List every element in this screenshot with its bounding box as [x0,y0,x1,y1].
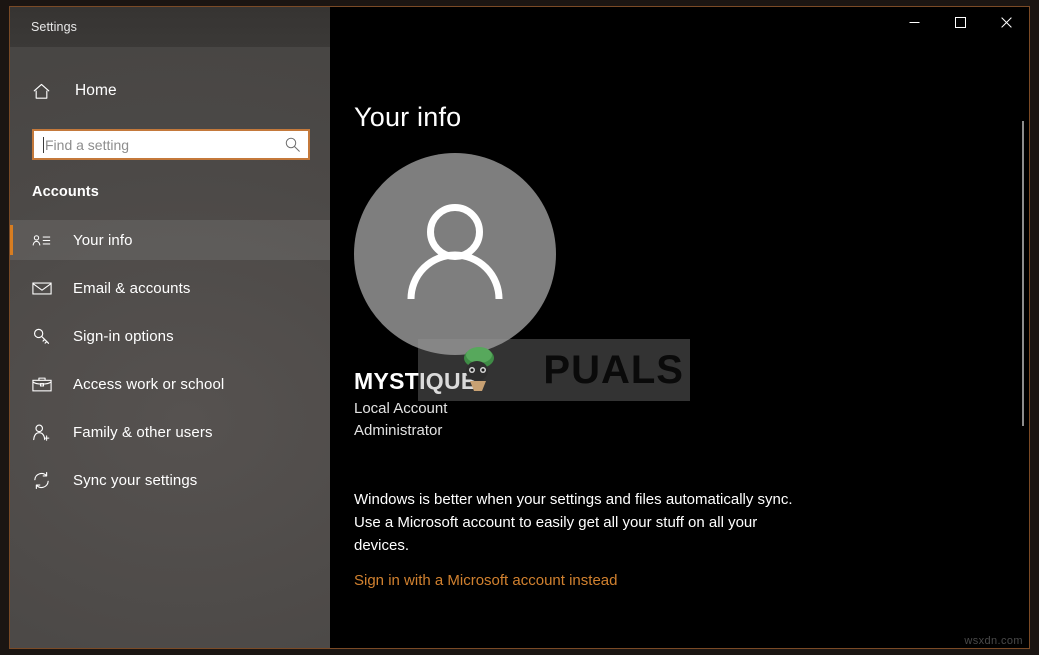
scrollbar-thumb[interactable] [1022,121,1024,426]
avatar[interactable] [354,153,556,355]
briefcase-icon [32,376,58,393]
sidebar-item-label: Family & other users [73,423,213,441]
key-icon [32,327,58,346]
account-role: Administrator [354,421,443,439]
sidebar-item-sync-settings[interactable]: Sync your settings [10,460,330,500]
sidebar-item-label: Sign-in options [73,327,174,345]
envelope-icon [32,281,58,296]
search-input[interactable] [45,136,284,153]
home-icon [32,82,62,101]
person-avatar-icon [407,204,503,300]
maximize-icon [954,17,966,28]
sidebar-item-label: Sync your settings [73,471,198,489]
sidebar-item-home[interactable]: Home [10,71,330,111]
sidebar-home-label: Home [75,82,117,99]
contact-card-icon [32,233,58,248]
settings-window: Settings Home Find a setting Accounts Yo… [9,6,1030,649]
window-controls [330,7,1029,47]
person-add-icon [32,423,58,442]
text-caret [43,136,44,153]
close-button[interactable] [983,7,1029,38]
title-bar: Settings [10,7,1029,47]
window-body: Home Accounts [10,47,1029,648]
sidebar-section-header: Accounts [32,184,99,200]
search-icon[interactable] [284,136,301,153]
maximize-button[interactable] [937,7,983,38]
search-box[interactable] [32,129,310,160]
sidebar-item-your-info[interactable]: Your info [10,220,330,260]
sidebar-item-label: Your info [73,231,133,249]
sidebar-item-access-work-school[interactable]: Access work or school [10,364,330,404]
sidebar-item-label: Email & accounts [73,279,191,297]
sync-icon [32,471,58,490]
minimize-icon [909,22,919,23]
sidebar-item-email-accounts[interactable]: Email & accounts [10,268,330,308]
sidebar-item-signin-options[interactable]: Sign-in options [10,316,330,356]
window-title: Settings [31,20,77,34]
minimize-button[interactable] [891,7,937,38]
account-name: MYSTIQUE [354,368,477,394]
page-title: Your info [354,102,462,132]
sidebar-item-family-other-users[interactable]: Family & other users [10,412,330,452]
content-scrollbar[interactable] [1019,47,1027,648]
content-pane: Your info PUALS MYSTIQUE Local Account A… [330,47,1029,648]
sync-description: Windows is better when your settings and… [354,490,793,555]
sidebar-nav-list: Your info Email & accounts Sign-in optio… [10,220,330,500]
title-bar-left: Settings [10,7,330,47]
account-type: Local Account [354,400,448,418]
signin-microsoft-account-link[interactable]: Sign in with a Microsoft account instead [354,572,617,589]
account-info: PUALS MYSTIQUE Local Account Administrat… [354,339,1029,442]
sidebar-item-label: Access work or school [73,375,225,393]
sidebar: Home Accounts [10,47,330,648]
close-icon [1000,17,1012,28]
